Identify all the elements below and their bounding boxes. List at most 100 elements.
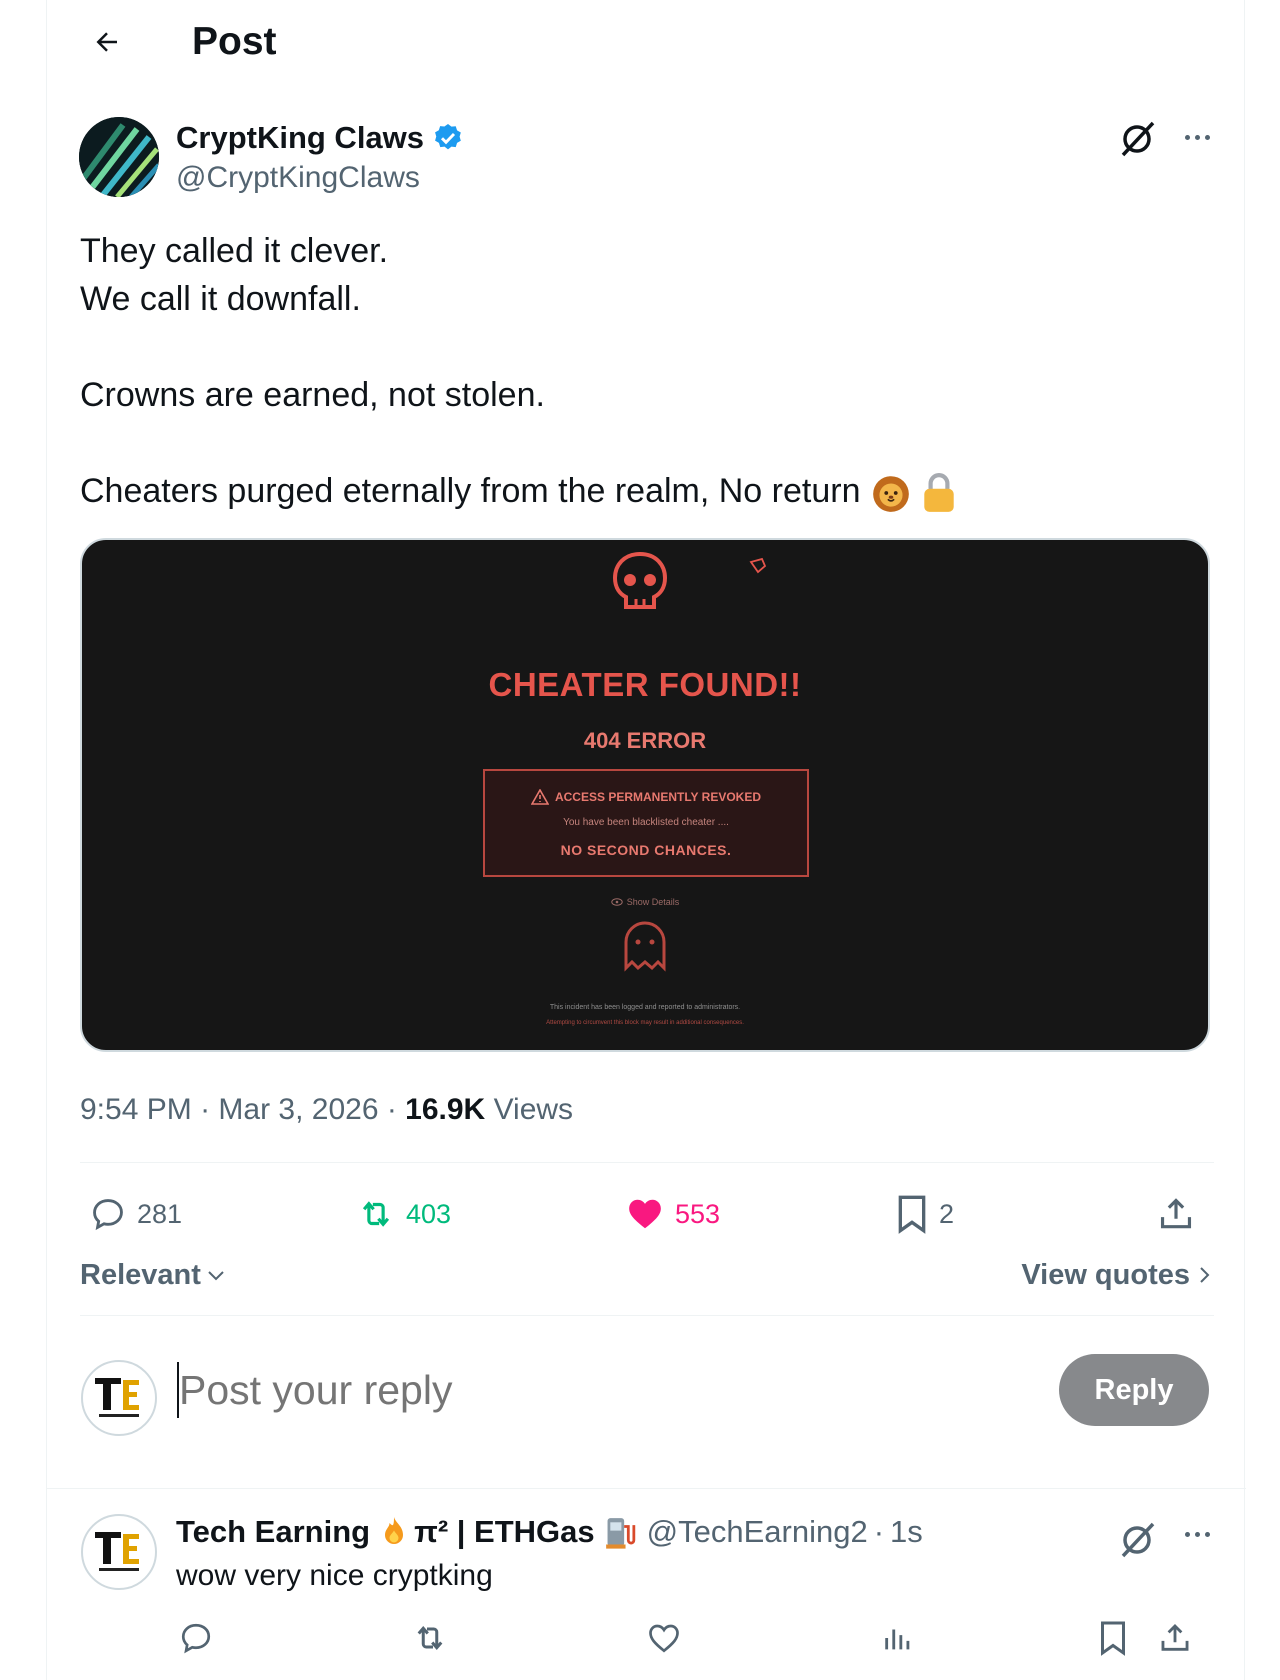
reply-separator: · <box>873 1514 885 1549</box>
reply-item-like-button[interactable] <box>644 1618 684 1658</box>
author-handle[interactable]: @CryptKingClaws <box>176 158 420 198</box>
reply-author-name-suffix[interactable]: π² | ETHGas <box>414 1510 595 1554</box>
post-column: Post CryptKing Claws @CryptKingClaws The… <box>46 0 1246 1680</box>
reply-count: 281 <box>137 1198 183 1229</box>
meta-separator: · <box>386 1093 406 1126</box>
media-footer-2: Attempting to circumvent this block may … <box>546 1020 744 1026</box>
heart-filled-icon <box>629 1199 661 1229</box>
view-quotes-label: View quotes <box>1021 1259 1190 1291</box>
reply-item-reply-button[interactable] <box>176 1618 216 1658</box>
grok-button[interactable] <box>1115 117 1159 161</box>
post-text: They called it clever. We call it downfa… <box>80 227 1220 515</box>
more-icon-dot <box>1194 134 1200 140</box>
chevron-right-icon <box>1200 1267 1210 1283</box>
reply-button[interactable]: Reply <box>1059 1354 1209 1426</box>
arrow-left-icon <box>96 32 117 52</box>
lion-face-icon <box>873 476 909 512</box>
post-text-line: Crowns are earned, not stolen. <box>80 376 545 414</box>
share-icon <box>1161 1623 1189 1651</box>
skull-icon <box>612 551 668 609</box>
media-warning-title-text: ACCESS PERMANENTLY REVOKED <box>554 790 762 804</box>
reply-item-views-button[interactable] <box>878 1618 918 1658</box>
post-image[interactable]: CHEATER FOUND!! 404 ERROR ACCESS PERMANE… <box>80 538 1210 1052</box>
more-icon-dot <box>1204 1531 1210 1537</box>
divider <box>80 1162 1214 1163</box>
media-show-details: Show Details <box>82 897 1208 907</box>
ghost-icon <box>624 921 666 972</box>
repost-count: 403 <box>406 1198 452 1229</box>
post-text-line: Cheaters purged eternally from the realm… <box>80 472 861 510</box>
share-action[interactable] <box>1157 1192 1195 1236</box>
heart-icon <box>649 1624 679 1653</box>
divider <box>47 1488 1246 1489</box>
repost-icon <box>417 1625 443 1651</box>
post-text-line: They called it clever. <box>80 232 389 270</box>
lock-icon <box>924 473 955 512</box>
more-icon-dot <box>1204 134 1210 140</box>
post-text-line <box>80 323 1220 371</box>
sort-dropdown[interactable]: Relevant <box>80 1255 227 1295</box>
media-title: CHEATER FOUND!! <box>488 666 802 703</box>
back-button[interactable] <box>83 18 131 66</box>
meta-separator: · <box>200 1093 219 1126</box>
composer-avatar[interactable] <box>81 1360 157 1436</box>
page-title: Post <box>192 20 277 63</box>
more-options-button[interactable] <box>1177 120 1217 154</box>
media-warning-subtitle: You have been blacklisted cheater .... <box>563 817 729 828</box>
post-text-last-line: Cheaters purged eternally from the realm… <box>80 467 1220 515</box>
analytics-icon <box>885 1629 910 1650</box>
view-quotes-link[interactable]: View quotes <box>1021 1255 1212 1295</box>
author-name-row[interactable]: CryptKing Claws <box>176 118 464 158</box>
media-warning-box: ACCESS PERMANENTLY REVOKED You have been… <box>483 769 809 877</box>
media-warning-title: ACCESS PERMANENTLY REVOKED <box>485 789 807 805</box>
repost-icon <box>362 1201 390 1227</box>
bookmark-icon <box>898 1195 926 1234</box>
reply-item-share-button[interactable] <box>1155 1618 1195 1658</box>
post-text-line: We call it downfall. <box>80 280 361 318</box>
reply-icon <box>93 1199 123 1231</box>
reply-header: Tech Earning π² | ETHGas @TechEarning2 ·… <box>176 1510 923 1554</box>
author-avatar[interactable] <box>79 117 159 197</box>
views-count: 16.9K <box>405 1093 486 1126</box>
media-show-details-text: Show Details <box>626 897 680 907</box>
author-name: CryptKing Claws <box>176 120 425 155</box>
reply-text: wow very nice cryptking <box>176 1559 493 1592</box>
reply-input[interactable] <box>177 1362 937 1418</box>
shield-icon <box>749 557 767 574</box>
reply-item-bookmark-button[interactable] <box>1093 1618 1133 1658</box>
reply-author-avatar[interactable] <box>81 1514 157 1590</box>
reply-icon <box>181 1623 211 1654</box>
reply-item-repost-button[interactable] <box>410 1618 450 1658</box>
post-date[interactable]: Mar 3, 2026 <box>218 1093 378 1126</box>
grok-icon <box>1121 121 1155 157</box>
reply-more-options-button[interactable] <box>1177 1517 1217 1551</box>
reply-time[interactable]: 1s <box>890 1510 923 1554</box>
bookmark-icon <box>1101 1621 1125 1656</box>
bookmark-action[interactable]: 2 <box>895 1192 954 1236</box>
media-error-code: 404 ERROR <box>583 728 707 753</box>
share-icon <box>1160 1198 1192 1229</box>
divider <box>80 1315 1214 1316</box>
more-icon <box>1184 1531 1190 1537</box>
post-meta: 9:54 PM · Mar 3, 2026 · 16.9K Views <box>80 1090 573 1130</box>
views-label: Views <box>493 1093 574 1126</box>
like-action[interactable]: 553 <box>625 1192 720 1236</box>
repost-action[interactable]: 403 <box>356 1192 451 1236</box>
media-footer-1: This incident has been logged and report… <box>549 1004 741 1011</box>
like-count: 553 <box>675 1198 721 1229</box>
verified-badge-icon <box>435 124 461 150</box>
warning-triangle-icon <box>530 789 549 805</box>
fire-icon <box>385 1517 404 1544</box>
reply-author-handle[interactable]: @TechEarning2 <box>647 1510 868 1554</box>
fuel-pump-icon <box>605 1518 635 1549</box>
post-text-line <box>80 419 1220 467</box>
media-warning-final: NO SECOND CHANCES. <box>560 842 732 858</box>
eye-icon <box>611 898 623 906</box>
post-time[interactable]: 9:54 PM <box>80 1093 192 1126</box>
reply-author-name[interactable]: Tech Earning <box>176 1510 370 1554</box>
reply-grok-button[interactable] <box>1115 1518 1159 1562</box>
grok-icon <box>1121 1522 1155 1558</box>
reply-action[interactable]: 281 <box>89 1192 182 1236</box>
sort-label: Relevant <box>80 1259 201 1291</box>
chevron-down-icon <box>208 1271 224 1281</box>
